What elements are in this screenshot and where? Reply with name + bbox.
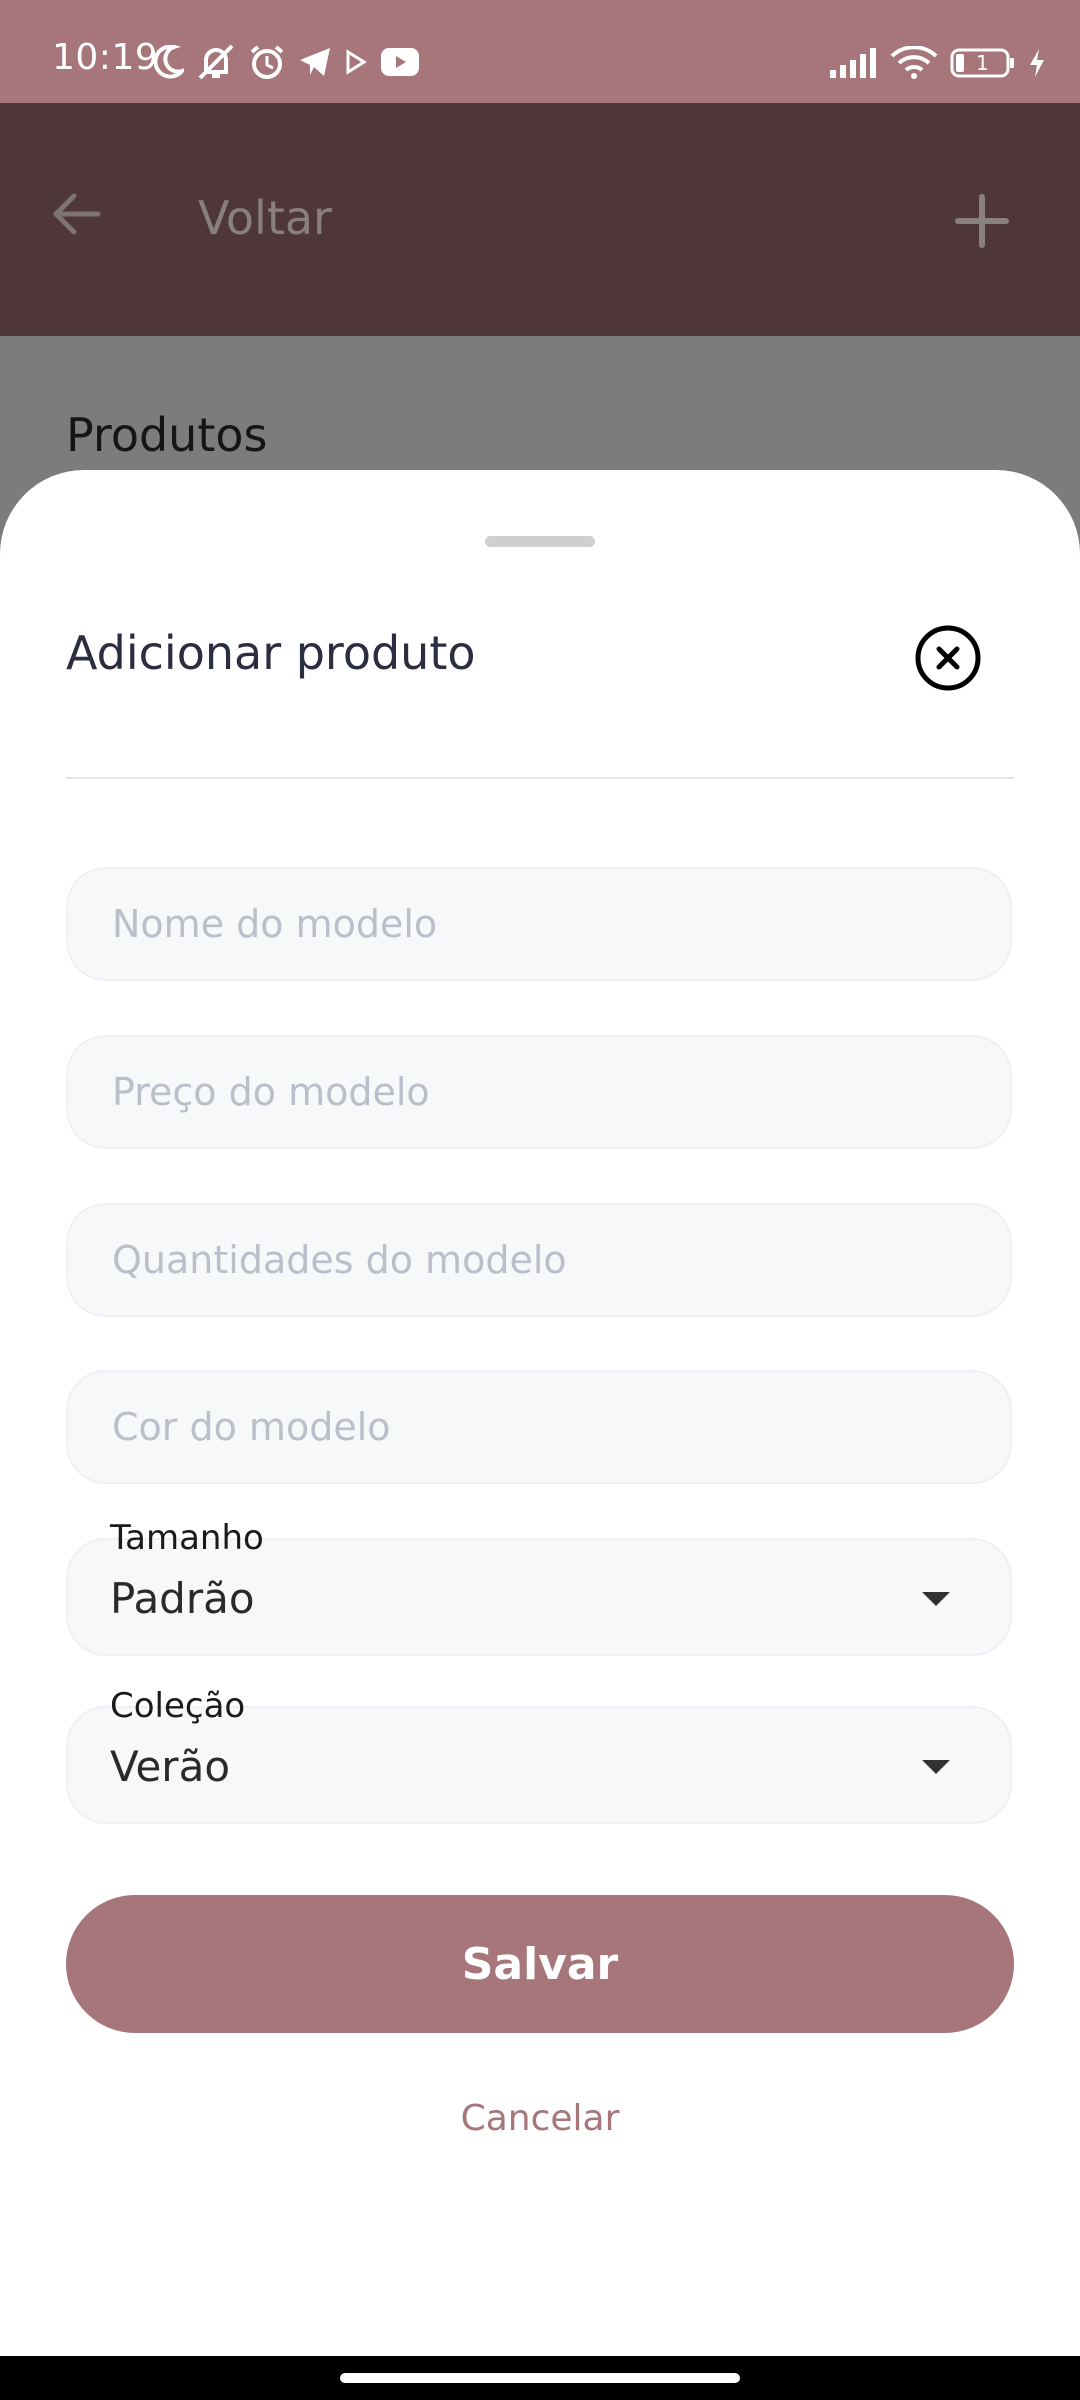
divider (66, 777, 1014, 779)
alarm-icon (250, 45, 284, 79)
charging-icon (1030, 49, 1044, 77)
size-select-label: Tamanho (110, 1518, 264, 1558)
size-select-value[interactable]: Padrão (110, 1574, 255, 1623)
model-color-input[interactable]: Cor do modelo (66, 1370, 1012, 1484)
battery-level: 1 (976, 51, 989, 75)
status-left-icons (154, 44, 420, 80)
model-quantity-input[interactable]: Quantidades do modelo (66, 1203, 1012, 1317)
page-heading: Produtos (66, 408, 268, 462)
close-circle-icon[interactable] (914, 624, 982, 692)
chevron-down-icon[interactable] (922, 1592, 950, 1606)
telegram-icon (300, 48, 330, 76)
home-indicator[interactable] (340, 2373, 740, 2383)
save-button[interactable]: Salvar (66, 1895, 1014, 2033)
moon-icon (154, 45, 184, 79)
wifi-icon (890, 46, 938, 79)
status-time: 10:19 (52, 37, 159, 78)
app-bar (0, 103, 1080, 336)
play-icon (346, 49, 367, 75)
model-name-input[interactable]: Nome do modelo (66, 867, 1012, 981)
chevron-down-icon[interactable] (922, 1760, 950, 1774)
collection-select-value[interactable]: Verão (110, 1742, 230, 1791)
arrow-left-icon[interactable] (52, 192, 102, 236)
collection-select-label: Coleção (110, 1686, 246, 1726)
signal-icon (830, 48, 876, 78)
youtube-icon (381, 48, 419, 76)
battery-icon: 1 (950, 48, 1016, 78)
notifications-off-icon (198, 44, 234, 80)
plus-icon[interactable] (954, 193, 1010, 249)
status-bar: 10:19 1 (0, 0, 1080, 103)
cancel-button[interactable]: Cancelar (0, 2098, 1080, 2139)
sheet-title: Adicionar produto (66, 626, 476, 680)
model-price-input[interactable]: Preço do modelo (66, 1035, 1012, 1149)
drag-handle[interactable] (485, 536, 595, 547)
app-bar-title[interactable]: Voltar (198, 191, 332, 245)
status-right-icons: 1 (828, 46, 1046, 80)
